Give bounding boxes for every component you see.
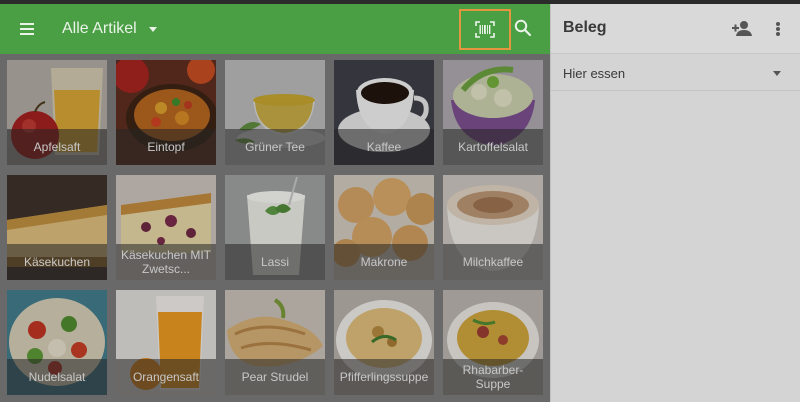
product-name: Grüner Tee (225, 129, 325, 165)
product-tile[interactable]: Milchkaffee (443, 175, 543, 280)
product-tile[interactable]: Kaffee (334, 60, 434, 165)
product-tile[interactable]: Eintopf (116, 60, 216, 165)
search-icon[interactable] (511, 16, 535, 40)
category-dropdown[interactable]: Alle Artikel (62, 17, 157, 41)
product-tile[interactable]: Grüner Tee (225, 60, 325, 165)
chevron-down-icon (148, 26, 157, 32)
product-tile[interactable]: Pear Strudel (225, 290, 325, 395)
add-person-icon[interactable] (729, 16, 755, 42)
receipt-header: Beleg (551, 4, 800, 54)
product-name: Lassi (225, 244, 325, 280)
product-name: Apfelsaft (7, 129, 107, 165)
receipt-panel: Beleg Hier essen (550, 4, 800, 402)
receipt-title: Beleg (563, 19, 607, 36)
barcode-scan-icon (475, 21, 495, 38)
product-name: Milchkaffee (443, 244, 543, 280)
product-name: Pear Strudel (225, 359, 325, 395)
product-tile[interactable]: Makrone (334, 175, 434, 280)
order-type-dropdown[interactable]: Hier essen (551, 55, 800, 91)
product-panel: Alle Artikel Apfelsaft Eintopf Grüner Te… (0, 4, 550, 402)
product-grid: Apfelsaft Eintopf Grüner Tee Kaffee Kart… (0, 54, 550, 402)
product-name: Eintopf (116, 129, 216, 165)
product-name: Kaffee (334, 129, 434, 165)
product-tile[interactable]: Pfifferlingssuppe (334, 290, 434, 395)
product-tile[interactable]: Rhabarber-Suppe (443, 290, 543, 395)
product-tile[interactable]: Nudelsalat (7, 290, 107, 395)
order-type-value: Hier essen (563, 66, 626, 81)
product-name: Käsekuchen (7, 244, 107, 280)
product-name: Nudelsalat (7, 359, 107, 395)
more-vert-icon[interactable] (768, 16, 788, 42)
chevron-down-icon (773, 71, 781, 76)
category-title: Alle Artikel (62, 20, 137, 37)
product-name: Orangensaft (116, 359, 216, 395)
hamburger-menu-icon[interactable] (14, 16, 40, 42)
product-name: Pfifferlingssuppe (334, 359, 434, 395)
barcode-scan-button[interactable] (459, 9, 511, 50)
product-tile[interactable]: Lassi (225, 175, 325, 280)
product-tile[interactable]: Käsekuchen (7, 175, 107, 280)
product-name: Käsekuchen MIT Zwetsc... (116, 244, 216, 280)
product-name: Makrone (334, 244, 434, 280)
product-name: Rhabarber-Suppe (443, 359, 543, 395)
product-name: Kartoffelsalat (443, 129, 543, 165)
product-tile[interactable]: Käsekuchen MIT Zwetsc... (116, 175, 216, 280)
app-bar: Alle Artikel (0, 4, 550, 54)
product-tile[interactable]: Apfelsaft (7, 60, 107, 165)
product-tile[interactable]: Kartoffelsalat (443, 60, 543, 165)
product-tile[interactable]: Orangensaft (116, 290, 216, 395)
